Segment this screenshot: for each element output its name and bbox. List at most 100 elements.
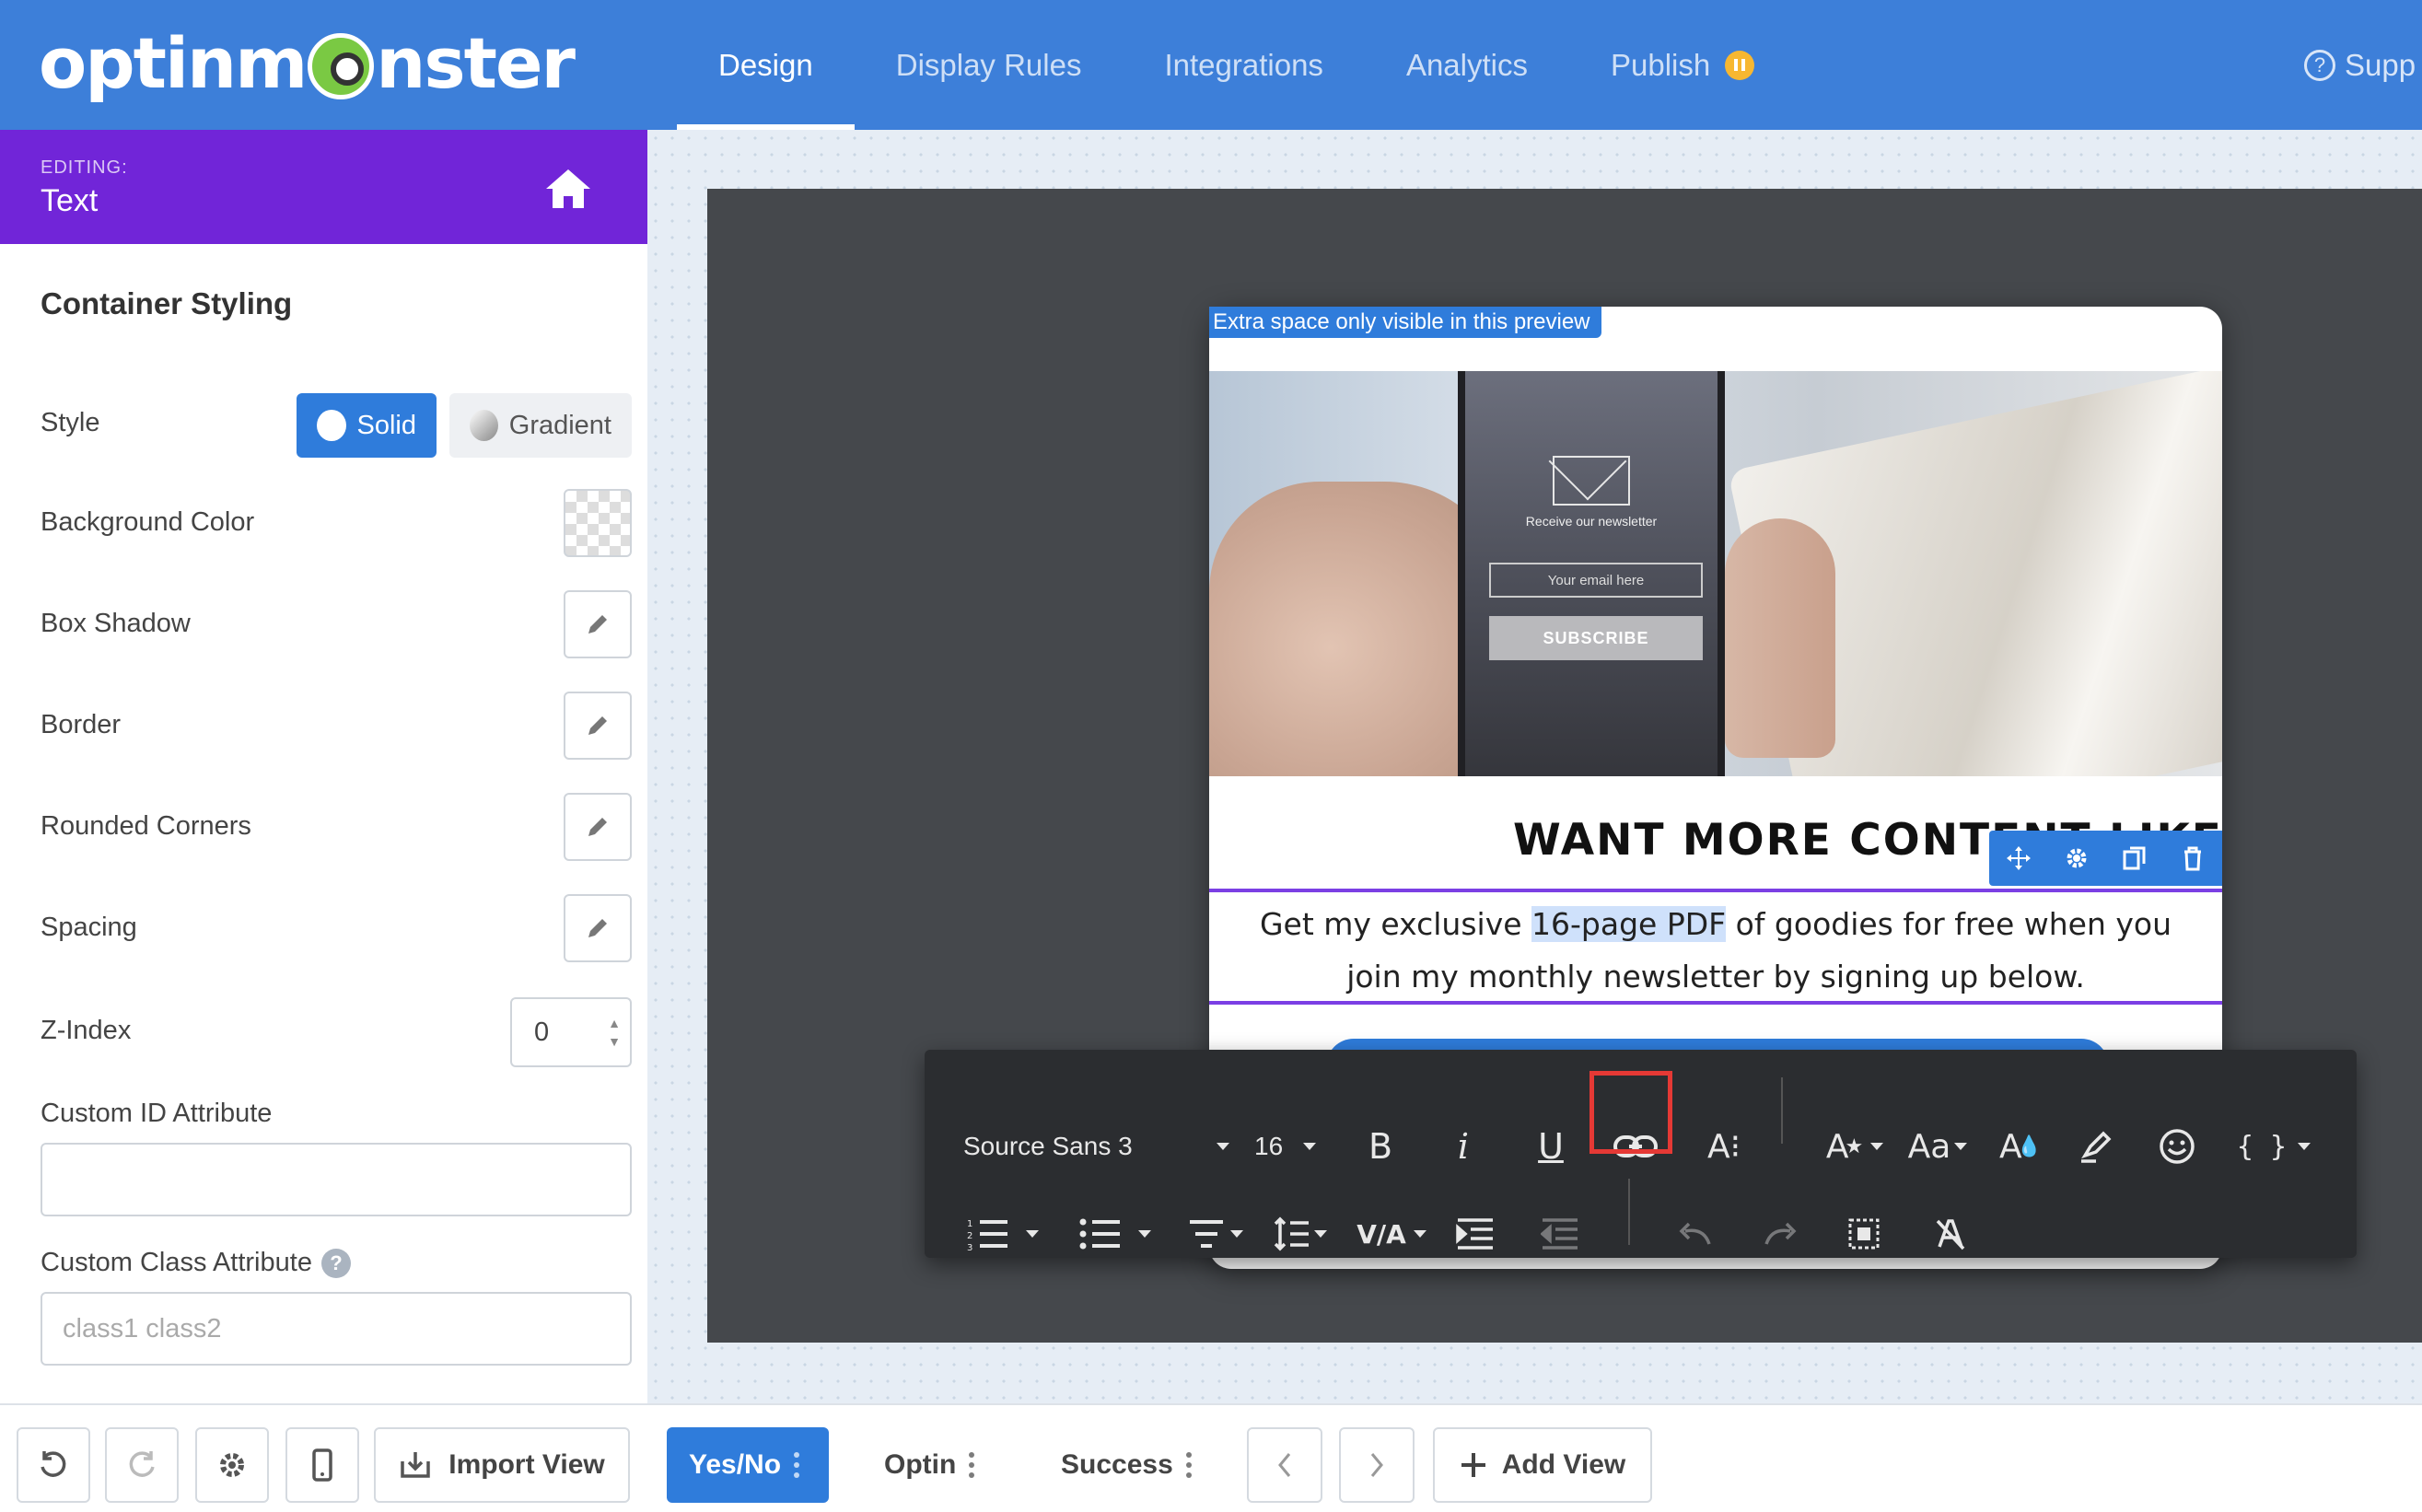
smart-tags-button[interactable]: { } <box>2232 1110 2315 1183</box>
kebab-menu-icon[interactable] <box>969 1452 975 1478</box>
box-shadow-edit-button[interactable] <box>564 590 632 658</box>
popup-body-text[interactable]: Get my exclusive 16-page PDF of goodies … <box>1209 889 2222 1005</box>
stepper-arrows-icon[interactable]: ▲ ▼ <box>608 1014 621 1051</box>
previous-view-button[interactable] <box>1247 1427 1322 1503</box>
extra-space-note: Extra space only visible in this preview <box>1209 307 1601 338</box>
italic-button[interactable]: i <box>1440 1110 1486 1183</box>
letter-spacing-button[interactable]: V/A <box>1350 1206 1433 1262</box>
style-solid-button[interactable]: Solid <box>297 393 437 458</box>
custom-id-input[interactable] <box>41 1143 632 1216</box>
editing-element-name: Text <box>41 183 99 218</box>
kebab-menu-icon[interactable] <box>794 1452 800 1478</box>
phone-mockup: Receive our newsletter Your email here S… <box>1458 371 1725 776</box>
settings-sidebar: EDITING: Text Container Styling Style So… <box>0 130 647 1403</box>
kebab-menu-icon[interactable] <box>1185 1452 1192 1478</box>
select-all-button[interactable] <box>1836 1206 1892 1262</box>
chevron-down-icon <box>1217 1143 1229 1150</box>
add-view-button[interactable]: Add View <box>1433 1427 1652 1503</box>
italic-label: i <box>1457 1126 1470 1167</box>
envelope-icon <box>1553 456 1630 506</box>
box-shadow-label: Box Shadow <box>41 609 191 638</box>
custom-class-label-row: Custom Class Attribute? <box>41 1248 351 1279</box>
underline-button[interactable]: U <box>1525 1110 1577 1183</box>
toolbar-separator <box>1781 1077 1783 1144</box>
select-all-icon <box>1848 1218 1880 1250</box>
underline-label: U <box>1538 1126 1564 1167</box>
view-tab-optin[interactable]: Optin <box>862 1427 996 1503</box>
support-link[interactable]: ? Supp <box>2304 0 2416 130</box>
highlighter-icon <box>2081 1131 2112 1163</box>
text-color-button[interactable]: A 💧 <box>1993 1110 2048 1183</box>
pencil-icon <box>588 919 607 937</box>
tab-analytics[interactable]: Analytics <box>1365 0 1569 130</box>
spacing-edit-button[interactable] <box>564 894 632 962</box>
import-view-button[interactable]: Import View <box>374 1427 630 1503</box>
optinmonster-logo[interactable]: optinm nster <box>39 18 576 107</box>
svg-text:3: 3 <box>967 1243 972 1250</box>
text-case-button[interactable]: Aa <box>1901 1110 1974 1183</box>
bold-button[interactable]: B <box>1357 1110 1403 1183</box>
rounded-corners-edit-button[interactable] <box>564 793 632 861</box>
zindex-input[interactable]: 0 ▲ ▼ <box>510 997 632 1067</box>
emoji-button[interactable] <box>2149 1110 2205 1183</box>
tab-design[interactable]: Design <box>677 0 855 130</box>
custom-class-label: Custom Class Attribute <box>41 1248 312 1277</box>
indent-button[interactable] <box>1448 1206 1503 1262</box>
chevron-right-icon <box>1370 1453 1383 1477</box>
view-tab-success[interactable]: Success <box>1039 1427 1214 1503</box>
align-button[interactable] <box>1179 1206 1252 1262</box>
trash-icon[interactable] <box>2179 844 2207 872</box>
body-text-end: of goodies for free when you <box>1726 906 2172 942</box>
gear-icon <box>220 1453 244 1477</box>
insert-link-button[interactable] <box>1599 1110 1672 1183</box>
ordered-list-button[interactable]: 1 2 3 <box>961 1206 1044 1262</box>
gradient-dot-icon <box>470 410 498 441</box>
border-edit-button[interactable] <box>564 692 632 760</box>
font-size-select[interactable]: 16 <box>1254 1110 1337 1183</box>
body-text-start: Get my exclusive <box>1259 906 1532 942</box>
chevron-down-icon <box>2298 1143 2311 1150</box>
paragraph-style-button[interactable]: A⁝ <box>1696 1110 1752 1183</box>
chevron-down-icon <box>1413 1230 1426 1238</box>
chevron-down-icon <box>1230 1230 1243 1238</box>
unordered-list-button[interactable] <box>1074 1206 1157 1262</box>
help-icon[interactable]: ? <box>320 1249 351 1279</box>
line-height-icon <box>1274 1216 1309 1251</box>
highlight-color-button[interactable] <box>2068 1110 2124 1183</box>
outdent-button[interactable] <box>1532 1206 1588 1262</box>
chevron-left-icon <box>1278 1453 1291 1477</box>
bold-label: B <box>1368 1126 1393 1167</box>
undo-button[interactable] <box>1667 1206 1722 1262</box>
tab-display-rules[interactable]: Display Rules <box>855 0 1124 130</box>
tab-publish[interactable]: Publish <box>1569 0 1796 130</box>
background-color-swatch[interactable] <box>564 489 632 557</box>
hero-image[interactable]: Receive our newsletter Your email here S… <box>1209 371 2222 776</box>
undo-icon <box>1679 1222 1711 1245</box>
undo-history-button[interactable] <box>17 1427 90 1503</box>
gear-icon[interactable] <box>2063 844 2090 872</box>
style-gradient-button[interactable]: Gradient <box>449 393 632 458</box>
zindex-label: Z-Index <box>41 1016 132 1045</box>
line-height-button[interactable] <box>1263 1206 1337 1262</box>
font-effects-button[interactable]: A ★ <box>1818 1110 1892 1183</box>
selected-text: 16-page PDF <box>1531 906 1727 942</box>
redo-button[interactable] <box>1753 1206 1809 1262</box>
duplicate-icon[interactable] <box>2121 844 2148 872</box>
move-icon[interactable] <box>2005 844 2032 872</box>
clear-formatting-button[interactable] <box>1923 1206 1978 1262</box>
custom-class-input[interactable]: class1 class2 <box>41 1292 632 1366</box>
chevron-down-icon <box>1954 1143 1968 1150</box>
mobile-preview-button[interactable] <box>285 1427 359 1503</box>
settings-button[interactable] <box>195 1427 269 1503</box>
chevron-down-icon <box>1870 1143 1884 1150</box>
chevron-down-icon <box>1314 1230 1327 1238</box>
tab-integrations[interactable]: Integrations <box>1123 0 1364 130</box>
body-line-1: Get my exclusive 16-page PDF of goodies … <box>1209 898 2222 950</box>
view-tab-yes-no[interactable]: Yes/No <box>667 1427 829 1503</box>
next-view-button[interactable] <box>1339 1427 1415 1503</box>
zindex-value: 0 <box>534 1017 550 1047</box>
top-bar: optinm nster Design Display Rules Integra… <box>0 0 2422 130</box>
redo-history-button[interactable] <box>105 1427 179 1503</box>
font-family-select[interactable]: Source Sans 3 <box>963 1110 1229 1183</box>
home-icon[interactable] <box>543 167 593 211</box>
